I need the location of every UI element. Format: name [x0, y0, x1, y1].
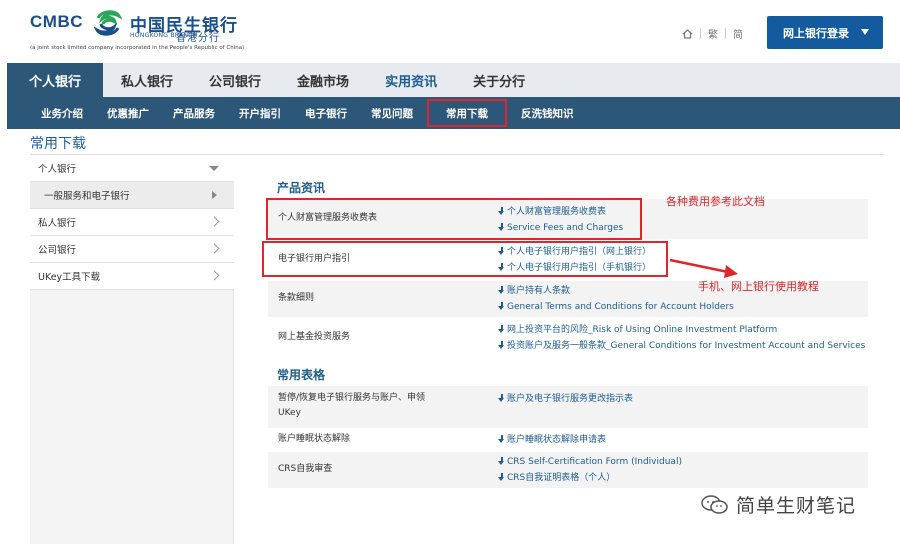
download-icon: [498, 302, 505, 310]
download-link[interactable]: 账户睡眠状态解除申请表: [498, 432, 606, 448]
chevron-right-icon: [209, 243, 220, 254]
section-title-common-forms: 常用表格: [277, 368, 326, 382]
nav-about-branch[interactable]: 关于分行: [455, 63, 543, 97]
sidebar-item-ukey[interactable]: UKey工具下载: [30, 263, 234, 290]
annotation-box: [266, 198, 642, 240]
subnav-downloads[interactable]: 常用下载: [425, 97, 509, 129]
subnav-business-intro[interactable]: 业务介绍: [29, 97, 95, 129]
nav-useful-info[interactable]: 实用资讯: [367, 63, 455, 97]
download-link[interactable]: 网上投资平台的风险_Risk of Using Online Investmen…: [498, 322, 865, 338]
logo-mark-icon: [94, 10, 122, 36]
chevron-right-icon: [209, 270, 220, 281]
annotation-note-tutorial: 手机、网上银行使用教程: [698, 280, 819, 293]
download-link[interactable]: CRS Self-Certification Form (Individual): [498, 454, 682, 470]
sidebar-item-corporate[interactable]: 公司银行: [30, 236, 234, 263]
sub-nav: 业务介绍 优惠推广 产品服务 开户指引 电子银行 常见问题 常用下载 反洗钱知识: [7, 97, 900, 129]
nav-private-banking[interactable]: 私人银行: [103, 63, 191, 97]
row-label: 暂停/恢复电子银行服务与账户、申领UKey: [278, 393, 426, 418]
watermark: 简单生财笔记: [700, 491, 856, 518]
divider: [725, 28, 726, 39]
chevron-right-icon: [209, 216, 220, 227]
download-link[interactable]: General Terms and Conditions for Account…: [498, 299, 734, 315]
row-label: 账户睡眠状态解除: [278, 434, 351, 444]
download-icon: [498, 473, 505, 481]
sidebar-item-label: UKey工具下载: [38, 272, 101, 283]
section-title-product-info: 产品资讯: [277, 181, 326, 195]
page-title: 常用下载: [30, 136, 86, 152]
header: CMBC 中国民生银行 HONGKONG BRANCH 香港分行 (a join…: [0, 0, 900, 62]
subnav-faq[interactable]: 常见问题: [359, 97, 425, 129]
sidebar-item-label: 私人银行: [38, 218, 77, 229]
table-row: CRS自我审查 CRS Self-Certification Form (Ind…: [268, 452, 868, 488]
nav-personal-banking[interactable]: 个人银行: [7, 63, 104, 97]
table-row: 暂停/恢复电子银行服务与账户、申领UKey 账户及电子银行服务更改指示表: [268, 386, 868, 428]
download-icon: [498, 286, 505, 294]
download-icon: [498, 435, 505, 443]
triangle-right-icon: [212, 191, 217, 199]
watermark-text: 简单生财笔记: [736, 495, 857, 517]
login-label: 网上银行登录: [783, 26, 849, 40]
download-link[interactable]: 账户及电子银行服务更改指示表: [498, 391, 633, 407]
download-icon: [498, 325, 505, 333]
sidebar-item-label: 一般服务和电子银行: [44, 191, 130, 202]
lang-simplified[interactable]: 简: [733, 26, 743, 41]
header-tools: 繁 简: [682, 26, 743, 41]
download-icon: [498, 457, 505, 465]
online-banking-login-button[interactable]: 网上银行登录: [767, 16, 883, 49]
home-icon[interactable]: [682, 28, 693, 39]
subnav-aml[interactable]: 反洗钱知识: [509, 97, 586, 129]
row-label: 条款细则: [278, 293, 315, 303]
sidebar-item-general-ebanking[interactable]: 一般服务和电子银行: [30, 182, 234, 209]
sidebar-item-personal[interactable]: 个人银行: [30, 155, 234, 182]
sidebar: 个人银行 一般服务和电子银行 私人银行 公司银行 UKey工具下载: [30, 155, 234, 544]
logo-wordmark: CMBC: [30, 12, 83, 31]
table-row: 账户睡眠状态解除 账户睡眠状态解除申请表: [268, 430, 868, 450]
sidebar-item-private[interactable]: 私人银行: [30, 209, 234, 236]
divider: [700, 28, 701, 39]
annotation-box: [262, 241, 668, 277]
logo-branch-cn: 香港分行: [176, 33, 220, 44]
nav-financial-markets[interactable]: 金融市场: [279, 63, 367, 97]
subnav-products[interactable]: 产品服务: [161, 97, 227, 129]
subnav-e-banking[interactable]: 电子银行: [293, 97, 359, 129]
download-link[interactable]: CRS自我证明表格（个人）: [498, 470, 682, 486]
subnav-promotions[interactable]: 优惠推广: [95, 97, 161, 129]
download-icon: [498, 341, 505, 349]
sidebar-item-label: 公司银行: [38, 245, 77, 256]
subnav-account-opening[interactable]: 开户指引: [227, 97, 293, 129]
caret-down-icon: [861, 29, 869, 35]
logo-subtitle: (a joint stock limited company incorpora…: [30, 45, 245, 51]
lang-traditional[interactable]: 繁: [708, 26, 718, 41]
row-label: 网上基金投资服务: [278, 332, 351, 342]
main-nav: 个人银行 私人银行 公司银行 金融市场 实用资讯 关于分行: [7, 63, 900, 97]
download-link[interactable]: 投资账户及服务一般条款_General Conditions for Inves…: [498, 338, 865, 354]
triangle-down-icon: [209, 166, 219, 171]
row-label: CRS自我审查: [278, 464, 333, 474]
wechat-icon: [701, 494, 728, 514]
cmbc-logo[interactable]: CMBC 中国民生银行 HONGKONG BRANCH 香港分行 (a join…: [30, 10, 245, 54]
annotation-note-fees: 各种费用参考此文档: [666, 195, 765, 208]
sidebar-item-label: 个人银行: [38, 164, 77, 175]
table-row: 网上基金投资服务 网上投资平台的风险_Risk of Using Online …: [268, 320, 868, 356]
nav-corporate-banking[interactable]: 公司银行: [191, 63, 279, 97]
download-icon: [498, 394, 505, 402]
